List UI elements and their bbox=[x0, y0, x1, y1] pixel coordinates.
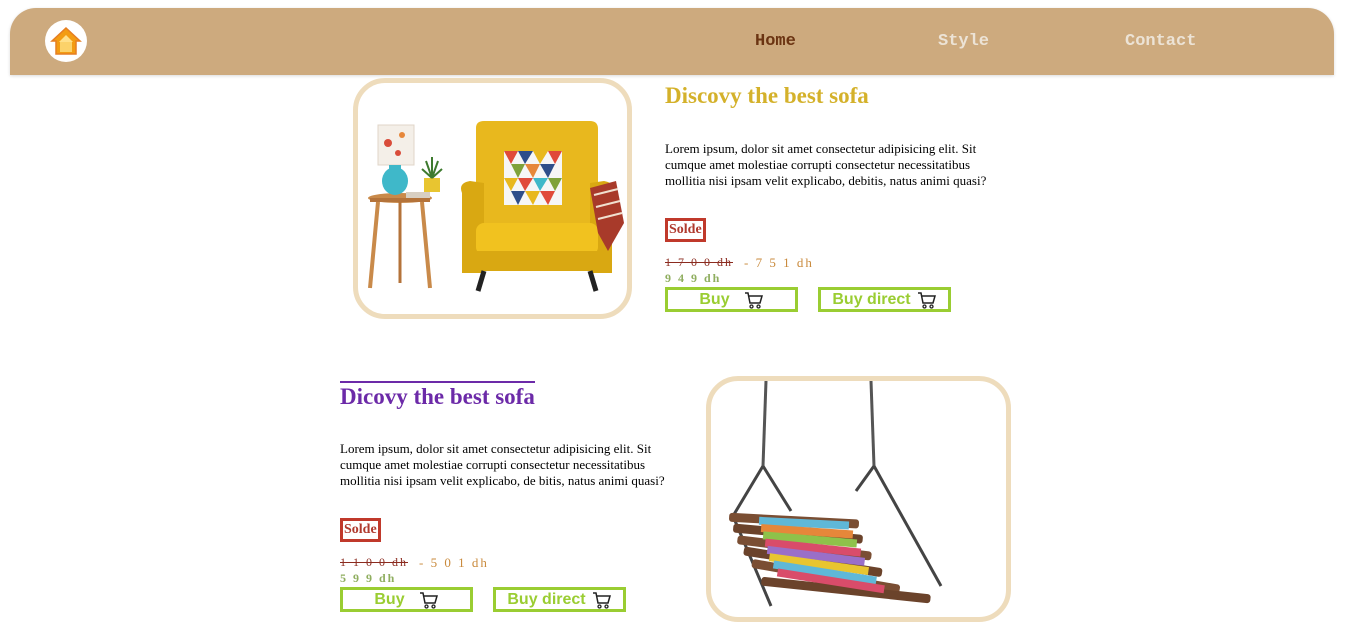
product-image-frame bbox=[353, 78, 632, 319]
nav-link-style[interactable]: Style bbox=[938, 32, 989, 51]
buy-direct-button-label: Buy direct bbox=[507, 591, 586, 608]
buy-direct-button[interactable]: Buy direct bbox=[818, 287, 951, 312]
hanging-swing-chair-image bbox=[729, 381, 943, 607]
discount-amount: - 5 0 1 dh bbox=[419, 555, 489, 570]
nav-link-contact[interactable]: Contact bbox=[1125, 32, 1196, 51]
buy-button-label: Buy bbox=[699, 291, 730, 308]
new-price: 5 9 9 dh bbox=[340, 571, 397, 585]
cart-icon bbox=[744, 291, 763, 309]
nav-link-home[interactable]: Home bbox=[755, 32, 796, 51]
product-title: Discovy the best sofa bbox=[665, 83, 869, 108]
buy-button[interactable]: Buy bbox=[340, 587, 473, 612]
product-description: Lorem ipsum, dolor sit amet consectetur … bbox=[665, 141, 987, 188]
sale-badge: Solde bbox=[665, 218, 706, 242]
cart-icon bbox=[419, 591, 438, 609]
old-price: 1 1 0 0 dh bbox=[340, 555, 408, 569]
product-image-frame bbox=[706, 376, 1011, 622]
buy-button[interactable]: Buy bbox=[665, 287, 798, 312]
buy-direct-button-label: Buy direct bbox=[832, 291, 911, 308]
buy-direct-button[interactable]: Buy direct bbox=[493, 587, 626, 612]
discount-amount: - 7 5 1 dh bbox=[744, 255, 814, 270]
cart-icon bbox=[592, 591, 611, 609]
sale-badge: Solde bbox=[340, 518, 381, 542]
navbar: Home Style Contact bbox=[10, 8, 1334, 75]
product-description: Lorem ipsum, dolor sit amet consectetur … bbox=[340, 441, 665, 488]
old-price: 1 7 0 0 dh bbox=[665, 255, 733, 269]
buy-button-label: Buy bbox=[374, 591, 405, 608]
product-title: Dicovy the best sofa bbox=[340, 381, 535, 411]
yellow-armchair-image bbox=[368, 121, 624, 292]
home-icon bbox=[50, 26, 82, 55]
cart-icon bbox=[917, 291, 936, 309]
home-logo[interactable] bbox=[45, 20, 87, 62]
new-price: 9 4 9 dh bbox=[665, 271, 722, 285]
